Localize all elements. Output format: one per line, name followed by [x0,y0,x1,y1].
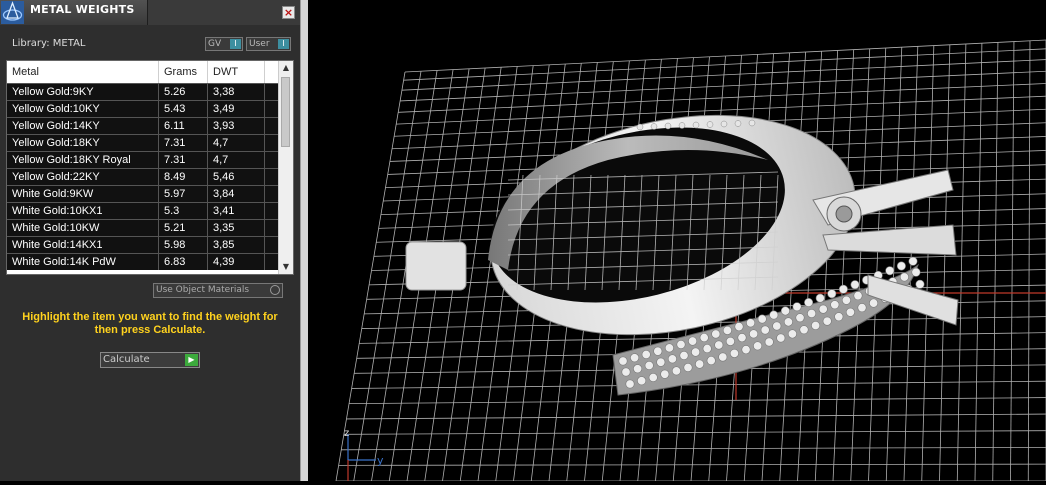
metal-cell: White Gold:10KX1 [7,203,159,219]
table-body: Yellow Gold:9KY 5.26 3,38 Yellow Gold:10KY 5… [7,83,279,270]
user-toggle-label: User [249,39,270,49]
grams-cell: 6.11 [159,118,208,134]
dwt-cell: 3,49 [208,101,265,117]
grams-cell: 7.31 [159,152,208,168]
use-object-materials-label: Use Object Materials [156,285,250,295]
use-object-materials-checkbox[interactable]: Use Object Materials [153,283,283,298]
metal-cell: White Gold:14KX1 [7,237,159,253]
table-row[interactable]: White Gold:14K PdW 6.83 4,39 [7,253,279,270]
dwt-cell: 3,38 [208,84,265,100]
grams-cell: 5.3 [159,203,208,219]
panel-splitter[interactable] [300,0,308,481]
dwt-cell: 4,7 [208,152,265,168]
dwt-cell: 4,7 [208,135,265,151]
dwt-cell: 3,41 [208,203,265,219]
instruction-text: Highlight the item you want to find the … [22,311,278,336]
table-row[interactable]: White Gold:10KW 5.21 3,35 [7,219,279,236]
table-row[interactable]: White Gold:10KX1 5.3 3,41 [7,202,279,219]
metal-cell: Yellow Gold:18KY [7,135,159,151]
grams-cell: 6.83 [159,254,208,270]
grams-cell: 5.43 [159,101,208,117]
scroll-up-icon[interactable]: ▲ [281,63,291,73]
table-row[interactable]: White Gold:9KW 5.97 3,84 [7,185,279,202]
close-button[interactable]: × [282,6,295,19]
dwt-cell: 3,84 [208,186,265,202]
scroll-down-icon[interactable]: ▼ [281,262,291,272]
grams-cell: 5.26 [159,84,208,100]
panel-title: METAL WEIGHTS [30,3,135,16]
metal-table: Metal Grams DWT Yellow Gold:9KY 5.26 3,38 Y… [6,60,294,275]
metal-cell: Yellow Gold:9KY [7,84,159,100]
metal-cell: White Gold:10KW [7,220,159,236]
metal-cell: White Gold:14K PdW [7,254,159,270]
table-row[interactable]: Yellow Gold:14KY 6.11 3,93 [7,117,279,134]
panel-title-tab: METAL WEIGHTS [0,0,148,25]
metal-cell: Yellow Gold:14KY [7,118,159,134]
column-header-grams[interactable]: Grams [159,61,208,83]
column-header-metal[interactable]: Metal [7,61,159,83]
table-row[interactable]: Yellow Gold:22KY 8.49 5,46 [7,168,279,185]
table-scrollbar[interactable]: ▲ ▼ [278,61,293,274]
table-header: Metal Grams DWT [7,61,279,83]
user-toggle[interactable]: User I [246,37,291,51]
metal-cell: Yellow Gold:18KY Royal [7,152,159,168]
panel-titlebar: METAL WEIGHTS × [0,0,300,25]
app-logo-icon [1,1,24,24]
table-row[interactable]: Yellow Gold:9KY 5.26 3,38 [7,83,279,100]
table-row[interactable]: Yellow Gold:18KY Royal 7.31 4,7 [7,151,279,168]
gv-toggle[interactable]: GV I [205,37,243,51]
grams-cell: 5.98 [159,237,208,253]
grams-cell: 5.97 [159,186,208,202]
toggle-indicator-icon: I [278,39,289,49]
gv-toggle-label: GV [208,39,222,49]
metal-cell: Yellow Gold:10KY [7,101,159,117]
axis-gizmo: z y [330,426,390,481]
3d-viewport[interactable] [308,0,1046,481]
z-axis-label: z [344,428,349,439]
play-arrow-icon: ▶ [185,354,198,366]
table-row[interactable]: Yellow Gold:18KY 7.31 4,7 [7,134,279,151]
y-axis-label: y [377,454,384,467]
radio-icon [270,285,280,295]
metal-cell: White Gold:9KW [7,186,159,202]
calculate-label: Calculate [103,354,150,365]
dwt-cell: 3,93 [208,118,265,134]
calculate-button[interactable]: Calculate ▶ [100,352,200,368]
metal-cell: Yellow Gold:22KY [7,169,159,185]
toggle-indicator-icon: I [230,39,241,49]
dwt-cell: 3,35 [208,220,265,236]
table-row[interactable]: Yellow Gold:10KY 5.43 3,49 [7,100,279,117]
scrollbar-thumb[interactable] [281,77,290,147]
table-row[interactable]: White Gold:14KX1 5.98 3,85 [7,236,279,253]
metal-weights-panel: METAL WEIGHTS × Library: METAL GV I User… [0,0,300,481]
grams-cell: 5.21 [159,220,208,236]
column-header-dwt[interactable]: DWT [208,61,265,83]
library-label: Library: METAL [12,38,86,49]
grams-cell: 8.49 [159,169,208,185]
dwt-cell: 4,39 [208,254,265,270]
grams-cell: 7.31 [159,135,208,151]
viewport-canvas [335,39,1046,481]
dwt-cell: 3,85 [208,237,265,253]
dwt-cell: 5,46 [208,169,265,185]
